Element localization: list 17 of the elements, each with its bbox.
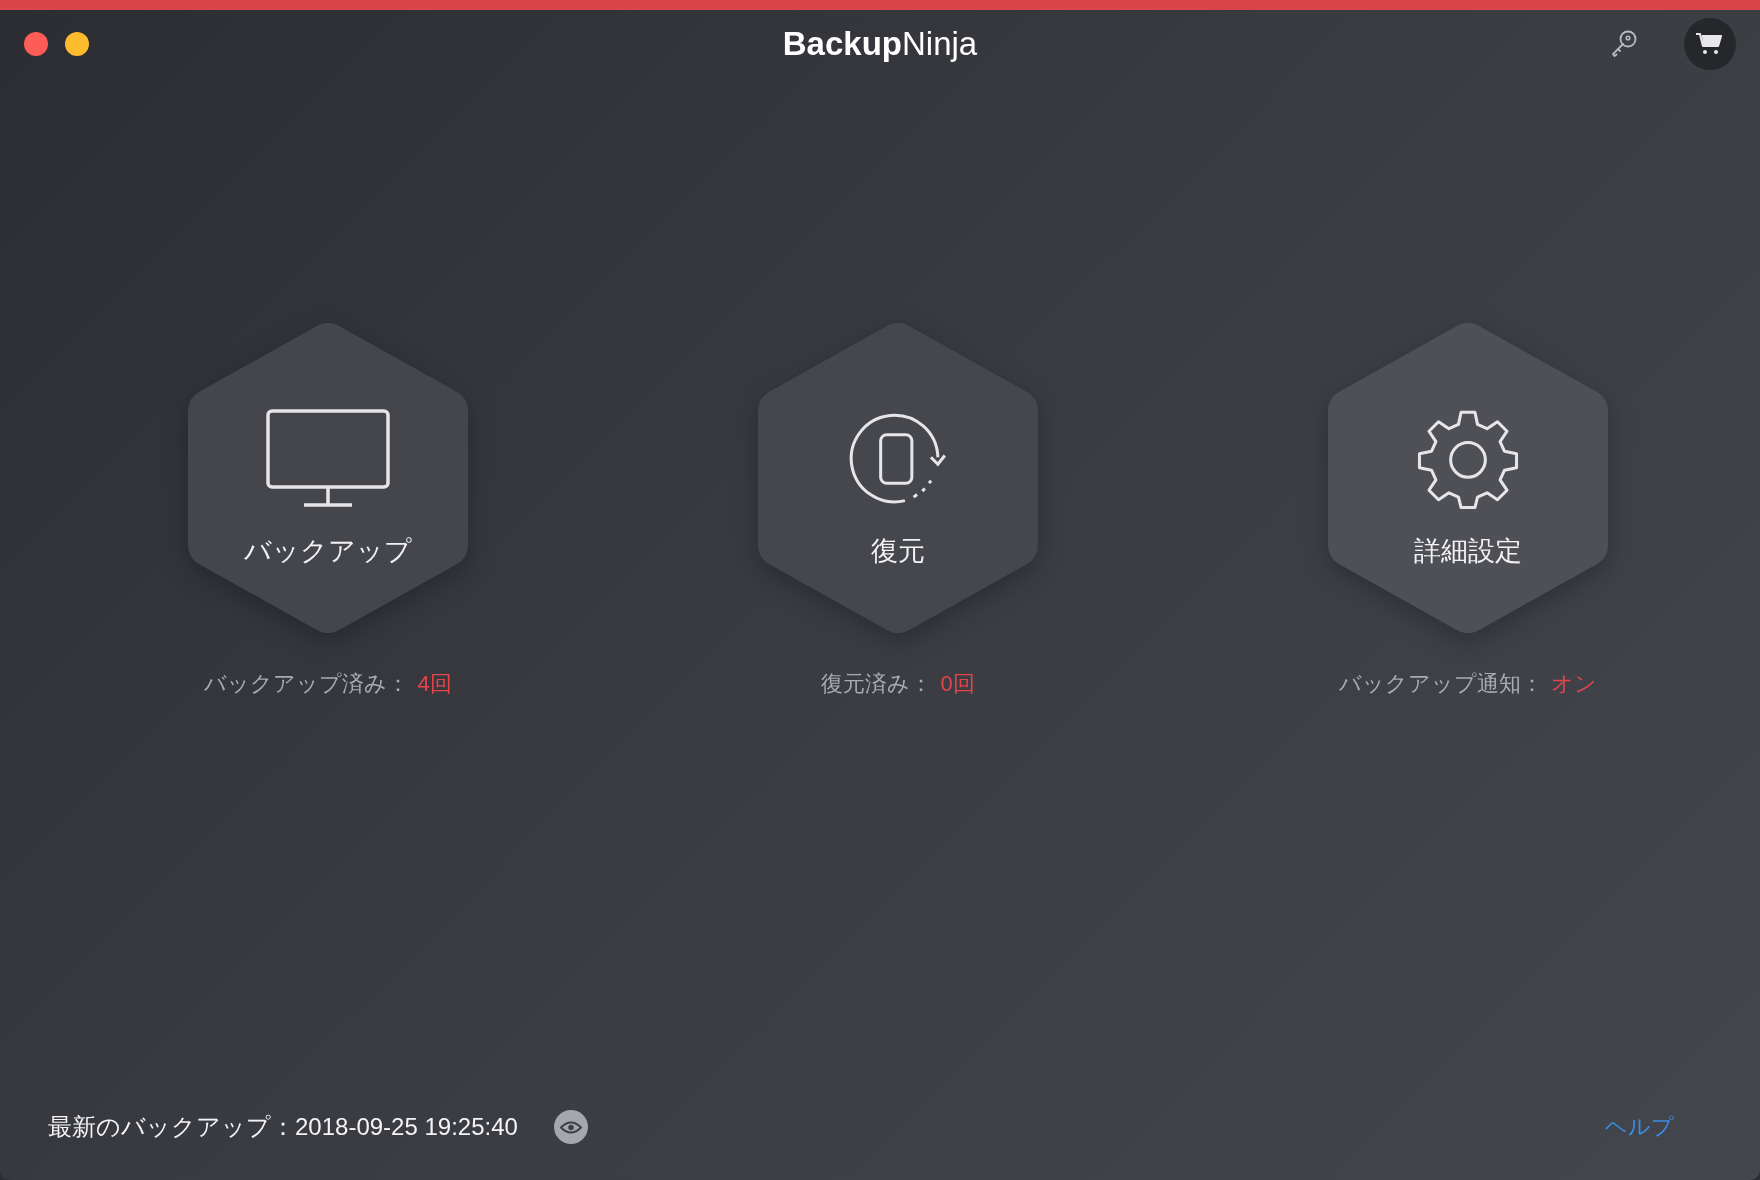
eye-icon [559,1119,582,1135]
minimize-button[interactable] [65,32,89,56]
window-title: BackupNinja [782,25,978,63]
tile-button[interactable]: 復元 [758,323,1038,633]
stat-value: 0回 [940,670,975,698]
cart-icon [1695,31,1725,57]
cart-button[interactable] [1684,18,1736,70]
view-button[interactable] [553,1110,588,1144]
stat-label: バックアップ通知： [1339,670,1543,698]
close-button[interactable] [24,32,48,56]
stat-label: 復元済み： [821,670,933,698]
last-backup-text: 最新のバックアップ：2018-09-25 19:25:40 [48,1112,518,1142]
stat-value: オン [1551,670,1597,698]
stat-label: バックアップ済み： [204,670,410,698]
tile-button[interactable]: 詳細設定 [1328,323,1608,633]
tile-button[interactable]: バックアップ [188,323,468,633]
stat-value: 4回 [417,670,452,698]
